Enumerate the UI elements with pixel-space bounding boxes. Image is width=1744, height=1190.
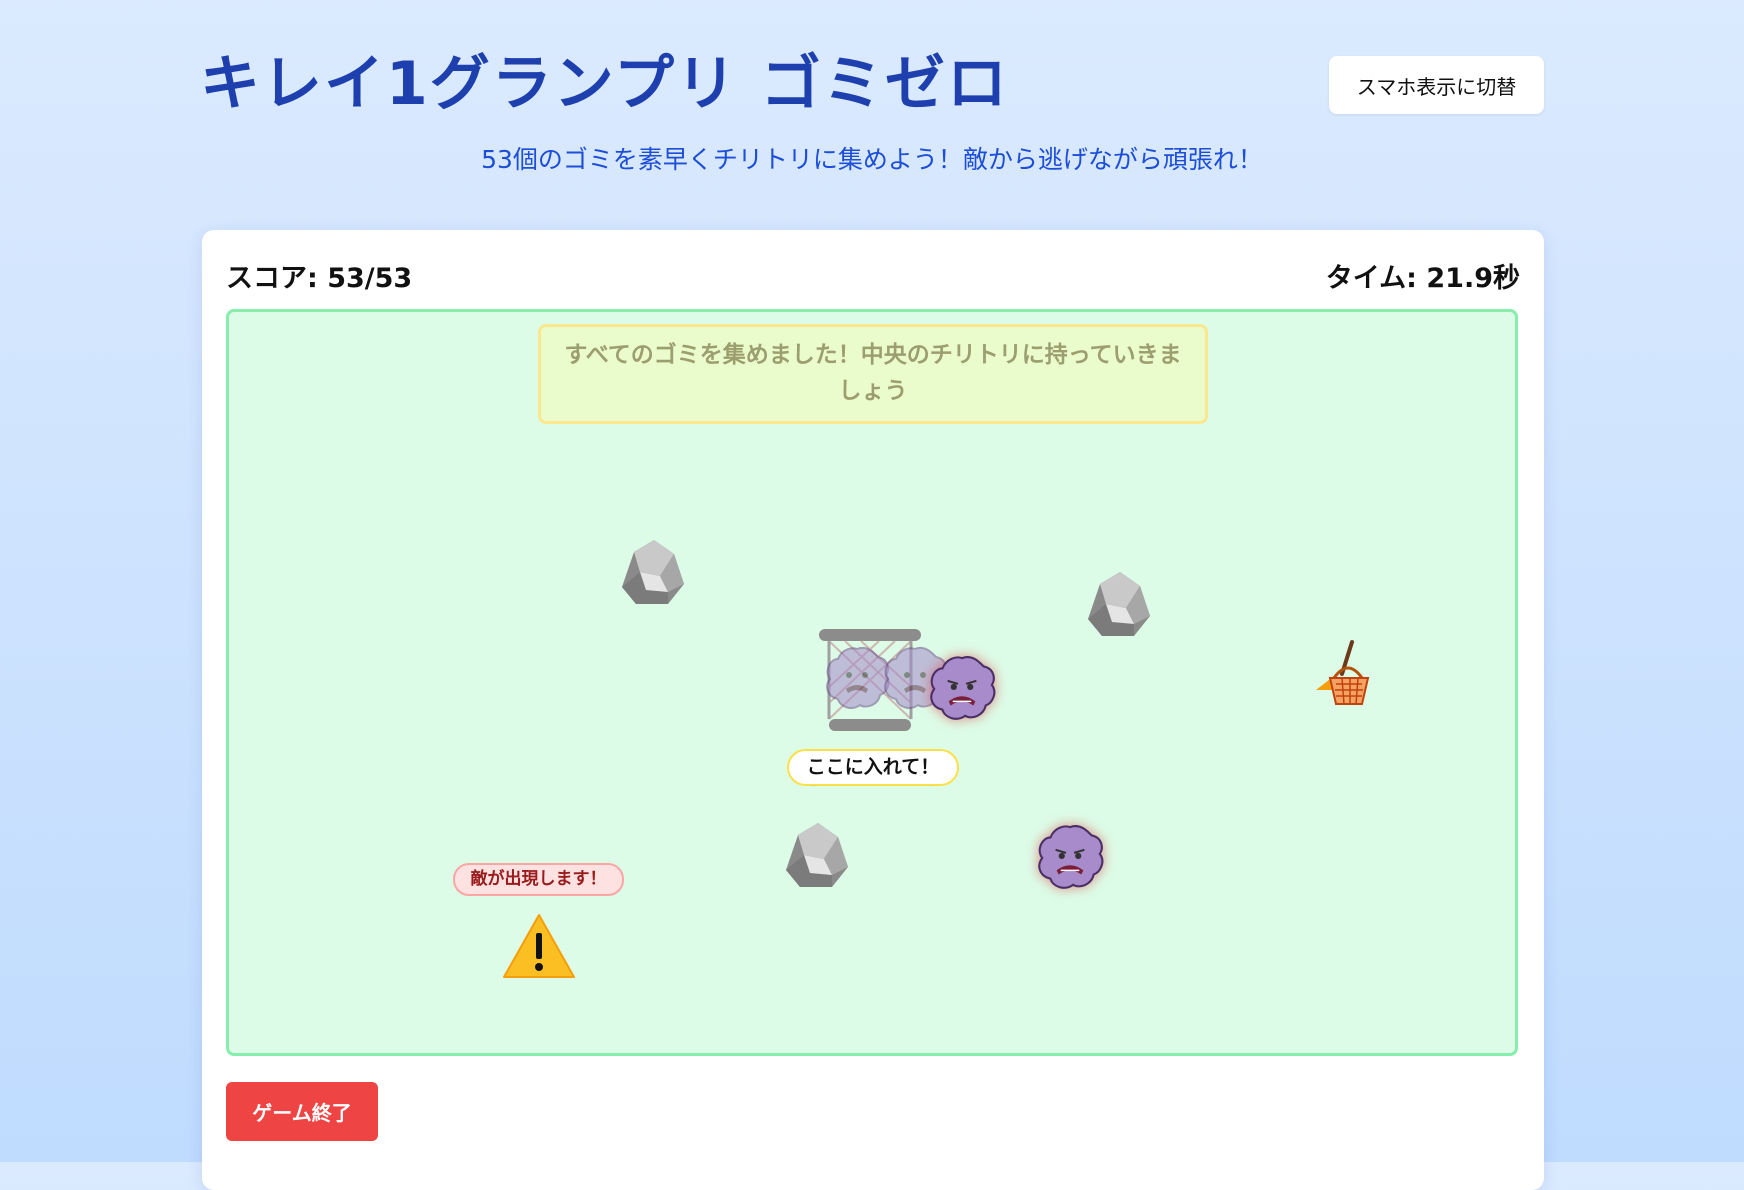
- timer-display: タイム: 21.9秒: [1325, 263, 1520, 294]
- rock-icon: [1088, 572, 1150, 636]
- score-display: スコア: 53/53: [226, 263, 413, 294]
- completion-message: すべてのゴミを集めました！中央のチリトリに持っていきましょう: [538, 324, 1208, 424]
- target-label: ここに入れて！: [787, 749, 959, 786]
- end-game-button[interactable]: ゲーム終了: [226, 1082, 378, 1141]
- warning-icon: [503, 914, 575, 978]
- broom-basket-icon: [1316, 640, 1370, 705]
- enemy-warning-label: 敵が出現します！: [453, 863, 624, 896]
- rock-icon: [786, 823, 848, 887]
- dust-monster-icon: [930, 656, 996, 720]
- game-title: キレイ1グランプリ ゴミゼロ: [200, 49, 1009, 119]
- mobile-view-toggle-button[interactable]: スマホ表示に切替: [1329, 56, 1544, 114]
- dust-monster-icon: [1038, 825, 1104, 889]
- rock-icon: [622, 540, 684, 604]
- game-subtitle: 53個のゴミを素早くチリトリに集めよう！敵から逃げながら頑張れ！: [481, 145, 1263, 174]
